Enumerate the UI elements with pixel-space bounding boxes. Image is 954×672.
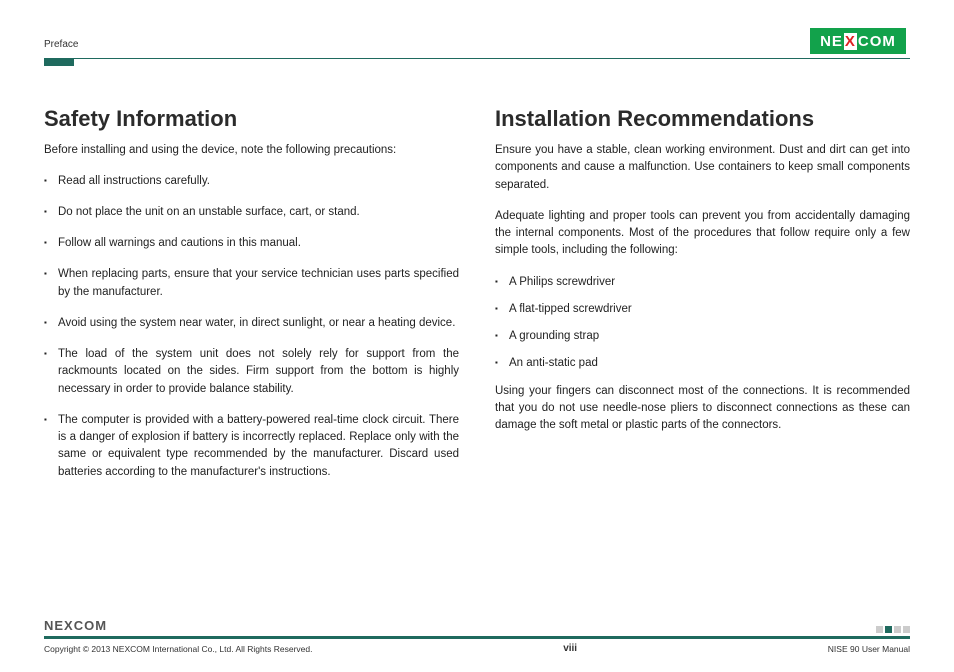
install-para2: Adequate lighting and proper tools can p…	[495, 208, 910, 260]
left-column: Safety Information Before installing and…	[44, 106, 459, 495]
install-para3: Using your fingers can disconnect most o…	[495, 383, 910, 435]
page-number: viii	[563, 643, 577, 654]
list-item: The load of the system unit does not sol…	[44, 346, 459, 398]
install-para1: Ensure you have a stable, clean working …	[495, 142, 910, 194]
footer-text-row: Copyright © 2013 NEXCOM International Co…	[44, 643, 910, 654]
footer-logo-text: NEXCOM	[44, 618, 107, 633]
footer-logo-row: NEXCOM	[44, 618, 910, 633]
logo-left: NE	[820, 33, 843, 50]
list-item: When replacing parts, ensure that your s…	[44, 266, 459, 301]
list-item: A grounding strap	[495, 328, 910, 345]
logo-x: X	[845, 33, 856, 50]
list-item: Read all instructions carefully.	[44, 173, 459, 190]
manual-ref: NISE 90 User Manual	[828, 644, 910, 654]
list-item: A flat-tipped screwdriver	[495, 301, 910, 318]
list-item: Do not place the unit on an unstable sur…	[44, 204, 459, 221]
list-item: The computer is provided with a battery-…	[44, 412, 459, 481]
tools-bullets: A Philips screwdriver A flat-tipped scre…	[495, 274, 910, 373]
section-label: Preface	[44, 39, 78, 54]
safety-heading: Safety Information	[44, 106, 459, 132]
header-rule	[44, 58, 910, 59]
right-column: Installation Recommendations Ensure you …	[495, 106, 910, 495]
safety-intro: Before installing and using the device, …	[44, 142, 459, 159]
list-item: Avoid using the system near water, in di…	[44, 315, 459, 332]
page: Preface NEXCOM Safety Information Before…	[0, 0, 954, 672]
content-columns: Safety Information Before installing and…	[44, 66, 910, 495]
footer-rule	[44, 636, 910, 639]
footer-squares-icon	[876, 626, 910, 633]
list-item: Follow all warnings and cautions in this…	[44, 235, 459, 252]
list-item: An anti-static pad	[495, 355, 910, 372]
header-row: Preface NEXCOM	[44, 20, 910, 54]
footer-logo: NEXCOM	[44, 618, 107, 633]
safety-bullets: Read all instructions carefully. Do not …	[44, 173, 459, 481]
footer: NEXCOM Copyright © 2013 NEXCOM Internati…	[44, 618, 910, 654]
install-heading: Installation Recommendations	[495, 106, 910, 132]
brand-logo: NEXCOM	[806, 28, 910, 54]
logo-right: COM	[858, 33, 896, 50]
list-item: A Philips screwdriver	[495, 274, 910, 291]
copyright-text: Copyright © 2013 NEXCOM International Co…	[44, 644, 312, 654]
accent-chip	[44, 58, 74, 66]
